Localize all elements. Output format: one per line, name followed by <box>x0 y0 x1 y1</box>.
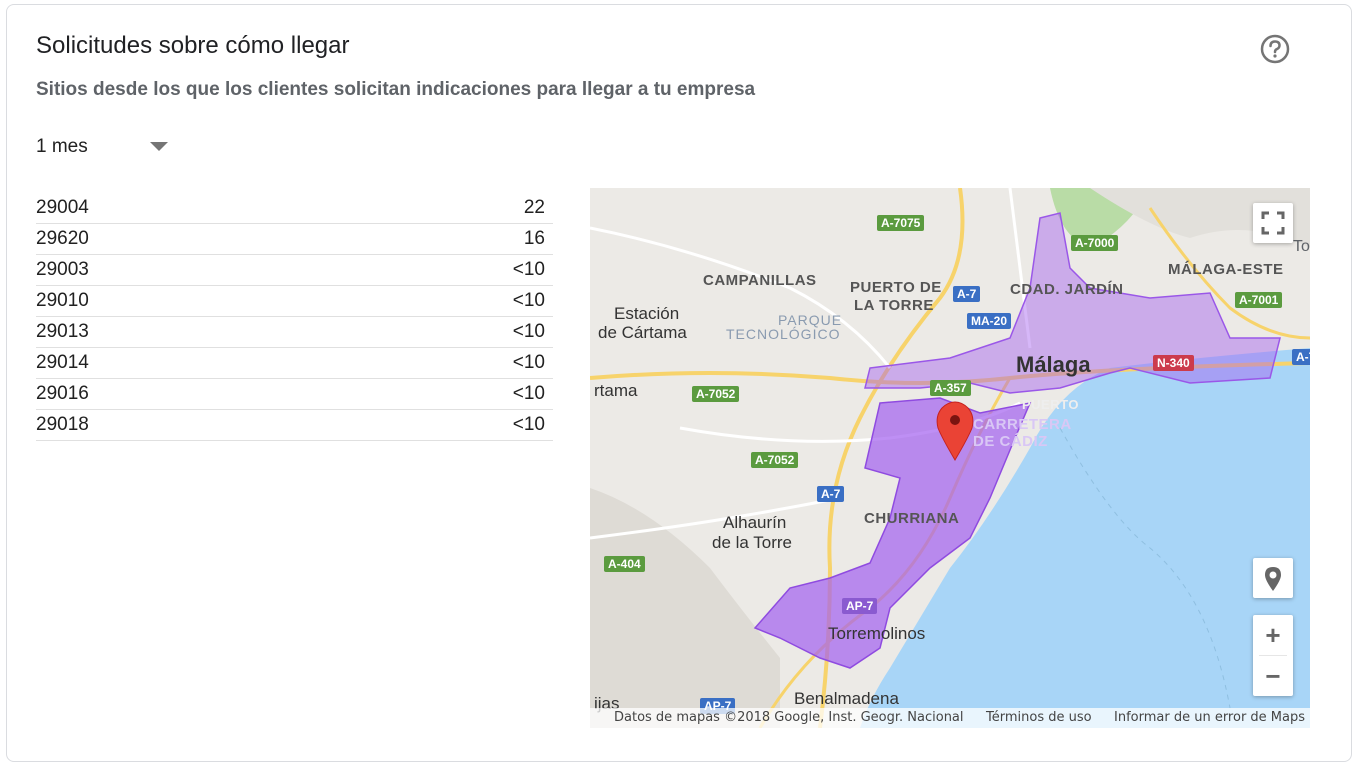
map-label-carretera: CARRETERA <box>973 416 1072 433</box>
road-shield-a7-south: A-7 <box>817 486 845 502</box>
map-label-malaga-este: MÁLAGA-ESTE <box>1168 261 1284 278</box>
map-label-campanillas: CAMPANILLAS <box>703 272 817 289</box>
table-row: 29013 <10 <box>36 317 553 348</box>
map-label-la-torre: LA TORRE <box>854 297 934 314</box>
road-shield-ap7-torremolinos: AP-7 <box>842 598 878 614</box>
zip-code: 29010 <box>36 290 89 311</box>
table-row: 29004 22 <box>36 193 553 224</box>
map-label-de-cartama: de Cártama <box>598 323 687 342</box>
table-row: 29010 <10 <box>36 286 553 317</box>
zoom-control: + − <box>1253 615 1293 696</box>
road-shield-ma20: MA-20 <box>967 313 1012 329</box>
street-view-button[interactable] <box>1253 558 1293 598</box>
zip-code: 29018 <box>36 414 89 435</box>
location-pin-icon <box>1265 567 1281 591</box>
map-label-parque: PARQUE <box>778 312 843 328</box>
road-shield-a7052-west: A-7052 <box>692 386 740 402</box>
road-shield-a404: A-404 <box>604 556 645 572</box>
period-selected-label: 1 mes <box>36 136 88 157</box>
road-shield-a357: A-357 <box>930 380 971 396</box>
help-circle-icon[interactable] <box>1260 34 1290 64</box>
card-title: Solicitudes sobre cómo llegar <box>36 32 350 59</box>
map-view[interactable]: Málaga Torremolinos Benalmadena Alhaurín… <box>590 188 1310 728</box>
terms-link[interactable]: Términos de uso <box>986 710 1092 725</box>
request-count: <10 <box>512 352 545 373</box>
road-shield-a7: A-7 <box>953 286 981 302</box>
map-label-torremolinos: Torremolinos <box>828 624 926 643</box>
zip-code: 29004 <box>36 197 89 218</box>
map-attribution: Datos de mapas ©2018 Google, Inst. Geogr… <box>590 708 1310 728</box>
table-row: 29016 <10 <box>36 379 553 410</box>
request-count: 22 <box>523 197 545 218</box>
table-row: 29014 <10 <box>36 348 553 379</box>
zip-table: 29004 22 29620 16 29003 <10 29010 <10 29… <box>36 193 553 441</box>
map-label-churriana: CHURRIANA <box>864 510 960 527</box>
zoom-in-button[interactable]: + <box>1253 615 1293 655</box>
road-shield-n340: N-340 <box>1153 355 1194 371</box>
map-label-alhaurin: Alhaurín <box>723 513 787 532</box>
road-shield-a7000: A-7000 <box>1071 235 1119 251</box>
map-label-de-la-torre: de la Torre <box>712 533 793 552</box>
zip-code: 29016 <box>36 383 89 404</box>
map-label-benalmadena: Benalmadena <box>794 689 899 708</box>
request-count: 16 <box>523 228 545 249</box>
request-count: <10 <box>512 414 545 435</box>
map-label-malaga: Málaga <box>1016 352 1091 377</box>
card-subtitle: Sitios desde los que los clientes solici… <box>36 79 756 100</box>
road-shield-a7052-south: A-7052 <box>751 452 799 468</box>
request-count: <10 <box>512 383 545 404</box>
fullscreen-button[interactable] <box>1253 203 1293 243</box>
zip-code: 29014 <box>36 352 89 373</box>
road-shield-a7075: A-7075 <box>877 215 925 231</box>
map-label-tecnologico: TECNOLÓGICO <box>726 326 841 342</box>
period-dropdown[interactable]: 1 mes <box>36 134 176 164</box>
map-label-puerto-de: PUERTO DE <box>850 279 942 296</box>
report-error-link[interactable]: Informar de un error de Maps <box>1114 710 1305 725</box>
request-count: <10 <box>512 290 545 311</box>
map-label-cdad-jardin: CDAD. JARDÍN <box>1010 281 1124 298</box>
map-label-de-cadiz: DE CÁDIZ <box>973 433 1048 450</box>
zip-code: 29013 <box>36 321 89 342</box>
request-count: <10 <box>512 259 545 280</box>
zip-code: 29620 <box>36 228 89 249</box>
road-shield-a7-east: A-7 <box>1292 349 1310 365</box>
map-data-credit: Datos de mapas ©2018 Google, Inst. Geogr… <box>614 710 964 725</box>
zoom-out-button[interactable]: − <box>1253 656 1293 696</box>
fullscreen-icon <box>1261 211 1285 235</box>
dropdown-arrow-icon <box>150 142 168 151</box>
table-row: 29620 16 <box>36 224 553 255</box>
map-label-puerto: PUERTO <box>1022 397 1079 412</box>
map-label-cartama-partial: rtama <box>594 381 638 400</box>
request-count: <10 <box>512 321 545 342</box>
table-row: 29003 <10 <box>36 255 553 286</box>
map-label-estacion: Estación <box>614 304 680 323</box>
map-label-partial-right: To <box>1293 238 1310 255</box>
zip-code: 29003 <box>36 259 89 280</box>
table-row: 29018 <10 <box>36 410 553 441</box>
road-shield-a7001: A-7001 <box>1235 292 1283 308</box>
